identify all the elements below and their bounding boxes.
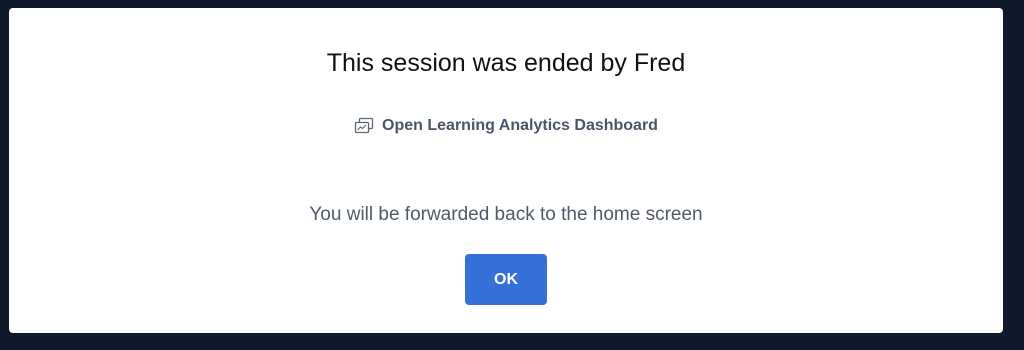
forward-message: You will be forwarded back to the home s… <box>309 204 703 225</box>
session-ended-dialog: This session was ended by Fred Open Lear… <box>9 8 1003 333</box>
dashboard-reference: Open Learning Analytics Dashboard <box>9 114 1003 138</box>
ok-button[interactable]: OK <box>465 254 547 305</box>
modal-backdrop: This session was ended by Fred Open Lear… <box>0 0 1024 350</box>
dashboard-name: Open Learning Analytics Dashboard <box>382 117 658 134</box>
dashboard-windows-icon <box>354 116 374 136</box>
dialog-title: This session was ended by Fred <box>326 49 686 77</box>
